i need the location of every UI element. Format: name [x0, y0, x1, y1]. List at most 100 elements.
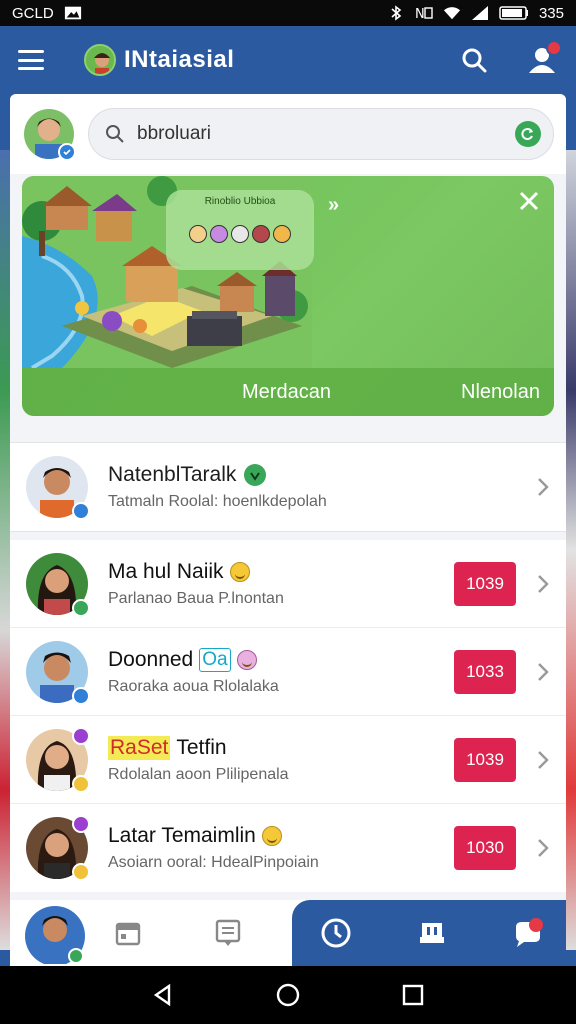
contact-subtitle: Rdolalan aoon Plilipenala [108, 765, 289, 783]
chevron-right-icon [538, 662, 549, 681]
contact-subtitle: Parlanao Baua P.lnontan [108, 589, 284, 607]
recents-button[interactable] [398, 980, 428, 1010]
menu-icon[interactable] [18, 50, 44, 70]
app-bar: INtaiasial [0, 26, 576, 94]
svg-text:N: N [415, 7, 425, 21]
calendar-icon [115, 922, 141, 946]
search-bar[interactable] [88, 108, 554, 160]
nav-store[interactable] [402, 900, 462, 966]
voice-search-button[interactable] [515, 121, 541, 147]
smiley-icon [229, 561, 250, 582]
verified-badge-icon [72, 502, 90, 520]
contact-subtitle: Tatmaln Roolal: hoenlkdepolah [108, 493, 327, 510]
contact-name: Ma hul Naiik [108, 559, 224, 583]
name-tag: RaSet [108, 735, 171, 760]
home-icon [276, 983, 300, 1007]
verified-badge-icon [58, 143, 76, 161]
nav-chat[interactable] [498, 900, 558, 966]
status-badge-icon [72, 726, 90, 745]
chevron-right-icon [538, 750, 549, 769]
list-item[interactable]: Ma hul Naiik Parlanao Baua P.lnontan 103… [10, 540, 566, 628]
smiley-icon [236, 649, 257, 670]
bottom-navigation [10, 900, 566, 966]
back-button[interactable] [148, 980, 178, 1010]
wifi-icon [443, 7, 461, 20]
contact-list: NatenblTaralk Tatmaln Roolal: hoenlkdepo… [10, 442, 566, 892]
search-input[interactable] [137, 123, 515, 145]
list-item[interactable]: RaSet Tetfin Rdolalan aoon Plilipenala 10… [10, 716, 566, 804]
gallery-icon [64, 6, 81, 20]
emoji-badge-icon [72, 774, 90, 793]
event-popup[interactable]: Rinoblio Ubbioa [166, 190, 314, 270]
message-icon [215, 919, 241, 946]
chevron-right-icon [538, 839, 549, 857]
popup-title: Rinoblio Ubbioa [204, 196, 276, 207]
my-avatar[interactable] [24, 109, 76, 161]
system-navigation-bar [0, 966, 576, 1024]
contact-name: NatenblTaralk [108, 463, 237, 486]
list-item[interactable]: Doonned Oa Raoraka aoua Rlolalaka 1033 [10, 628, 566, 716]
smiley-icon [261, 826, 282, 846]
status-badge-icon [72, 686, 90, 705]
home-button[interactable] [273, 980, 303, 1010]
name-tag: Oa [199, 647, 231, 672]
contact-name: Doonned [108, 647, 194, 671]
status-bar: GCLD N 335 [0, 0, 576, 26]
nav-clock[interactable] [306, 900, 366, 966]
banner-close-icon[interactable] [518, 190, 540, 212]
nfc-icon: N [415, 7, 433, 21]
search-icon [462, 48, 487, 73]
status-badge-icon [72, 598, 90, 617]
recents-icon [403, 984, 424, 1006]
list-item[interactable]: Latar Temaimlin Asoiarn ooral: HdealPinp… [10, 804, 566, 892]
promo-banner[interactable]: Rinoblio Ubbioa » Merdacan Nlenolan [22, 176, 554, 416]
heart-check-icon [244, 464, 267, 486]
chevron-right-icon [538, 478, 549, 496]
background-screen-edge-right [566, 150, 576, 950]
avatar [25, 906, 85, 964]
clock-icon [321, 918, 351, 948]
app-logo [84, 44, 116, 76]
contact-name: Latar Temaimlin [108, 824, 256, 847]
back-icon [153, 983, 170, 1007]
unread-count-badge[interactable]: 1033 [454, 649, 516, 694]
search-button[interactable] [458, 44, 490, 76]
nav-messages[interactable] [198, 900, 258, 966]
unread-count-badge[interactable]: 1039 [454, 561, 516, 606]
contact-subtitle: Raoraka aoua Rlolalaka [108, 677, 279, 695]
avatar [26, 640, 90, 705]
background-screen-edge-left [0, 150, 10, 950]
contact-group: Ma hul Naiik Parlanao Baua P.lnontan 103… [10, 540, 566, 892]
clock: 335 [538, 4, 564, 22]
avatar [26, 815, 90, 881]
bluetooth-icon [391, 5, 402, 21]
chat-notification-icon [516, 918, 543, 947]
banner-footer: Merdacan Nlenolan [22, 368, 554, 416]
unread-count-badge[interactable]: 1030 [454, 826, 516, 870]
refresh-icon [521, 128, 533, 140]
notification-dot [546, 40, 562, 56]
battery-icon [499, 6, 528, 20]
profile-notifications-button[interactable] [526, 40, 562, 76]
avatar [26, 726, 90, 793]
status-badge-icon [72, 815, 90, 833]
emoji-badge-icon [72, 863, 90, 881]
banner-right-button[interactable]: Nlenolan [461, 381, 540, 404]
signal-icon [471, 6, 488, 20]
nav-calendar[interactable] [98, 900, 158, 966]
chevron-right-icon [538, 574, 549, 593]
unread-count-badge[interactable]: 1039 [454, 737, 516, 782]
banner-left-button[interactable]: Merdacan [242, 381, 331, 404]
avatar [26, 456, 90, 520]
contact-name: Tetfin [176, 735, 227, 759]
app-title: INtaiasial [124, 46, 235, 73]
store-icon [420, 923, 444, 943]
banner-next-icon[interactable]: » [328, 194, 339, 217]
list-item[interactable]: NatenblTaralk Tatmaln Roolal: hoenlkdepo… [10, 442, 566, 532]
carrier-label: GCLD [12, 4, 54, 22]
contact-subtitle: Asoiarn ooral: HdealPinpoiain [108, 854, 319, 871]
popup-characters [176, 225, 304, 243]
avatar [26, 552, 90, 617]
nav-profile[interactable] [22, 900, 88, 966]
search-row [10, 94, 566, 174]
